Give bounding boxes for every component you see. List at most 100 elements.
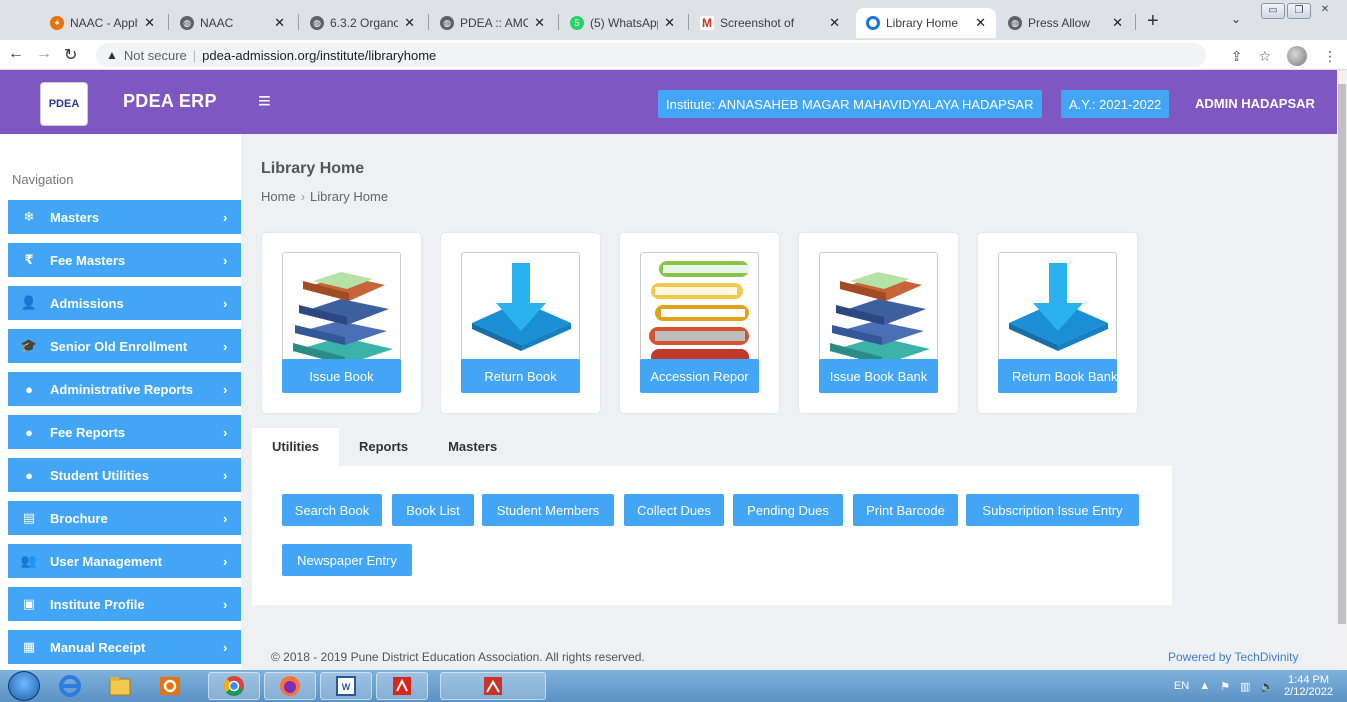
page-scrollbar[interactable] <box>1337 70 1347 670</box>
books-stack-icon[interactable] <box>282 252 401 370</box>
breadcrumb-home[interactable]: Home <box>261 189 296 204</box>
browser-tab[interactable]: ◍ 6.3.2 Organog ✕ <box>300 8 425 38</box>
new-tab-icon[interactable]: + <box>1147 10 1159 33</box>
volume-icon[interactable]: 🔈 <box>1260 680 1274 693</box>
clock-date: 2/12/2022 <box>1284 686 1333 698</box>
sidebar-item-institute-profile[interactable]: ▣ Institute Profile › <box>8 587 241 621</box>
pdea-logo[interactable]: PDEA <box>40 82 88 126</box>
browser-tab[interactable]: 5 (5) WhatsApp ✕ <box>560 8 685 38</box>
sidebar-item-brochure[interactable]: ▤ Brochure › <box>8 501 241 535</box>
file-explorer-icon[interactable] <box>100 672 140 700</box>
browser-tab-title: NAAC - Apply <box>70 16 139 30</box>
powered-by-link[interactable]: Powered by TechDivinity <box>1168 650 1299 664</box>
forward-icon[interactable]: → <box>36 45 52 63</box>
close-tab-icon[interactable]: ✕ <box>274 15 285 31</box>
share-icon[interactable]: ⇪ <box>1231 48 1243 65</box>
sidebar-item-administrative-reports[interactable]: ● Administrative Reports › <box>8 372 241 406</box>
firefox-icon[interactable] <box>264 672 316 700</box>
hamburger-menu-icon[interactable]: ≡ <box>258 88 271 114</box>
word-icon[interactable]: W <box>320 672 372 700</box>
show-hidden-icons-icon[interactable]: ▲ <box>1199 680 1210 692</box>
print-barcode-button[interactable]: Print Barcode <box>853 494 958 526</box>
receipt-icon: ▦ <box>22 639 36 654</box>
network-icon[interactable]: ▥ <box>1240 680 1250 693</box>
sidebar-item-fee-masters[interactable]: ₹ Fee Masters › <box>8 243 241 277</box>
menu-kebab-icon[interactable]: ⋮ <box>1323 48 1337 65</box>
windows-start-icon[interactable] <box>8 671 40 701</box>
browser-tab-active[interactable]: Library Home ✕ <box>856 8 996 38</box>
tab-masters[interactable]: Masters <box>428 428 517 466</box>
back-icon[interactable]: ← <box>8 45 24 63</box>
clock[interactable]: 1:44 PM 2/12/2022 <box>1284 674 1333 698</box>
books-stack-icon[interactable] <box>819 252 938 370</box>
subscription-issue-entry-button[interactable]: Subscription Issue Entry <box>966 494 1139 526</box>
reload-icon[interactable]: ↻ <box>64 45 77 65</box>
sidebar-item-label: Fee Reports <box>50 424 126 440</box>
globe-icon: ◍ <box>310 16 324 30</box>
browser-tab[interactable]: ◍ PDEA :: AMC C ✕ <box>430 8 555 38</box>
language-indicator[interactable]: EN <box>1174 680 1189 692</box>
issue-book-button[interactable]: Issue Book <box>282 359 401 393</box>
tab-separator <box>298 14 299 30</box>
collect-dues-button[interactable]: Collect Dues <box>624 494 724 526</box>
chevron-right-icon: › <box>223 424 228 440</box>
sidebar-item-manual-receipt[interactable]: ▦ Manual Receipt › <box>8 630 241 664</box>
brand-title[interactable]: PDEA ERP <box>123 91 217 112</box>
close-window-icon[interactable]: ✕ <box>1313 3 1337 19</box>
bookmark-star-icon[interactable]: ☆ <box>1258 48 1271 65</box>
url-text[interactable]: pdea-admission.org/institute/libraryhome <box>202 48 436 63</box>
close-tab-icon[interactable]: ✕ <box>664 15 675 31</box>
close-tab-icon[interactable]: ✕ <box>144 15 155 31</box>
pdf-viewer-icon[interactable] <box>440 672 546 700</box>
sidebar-item-admissions[interactable]: 👤 Admissions › <box>8 286 241 320</box>
favicon-icon: ✦ <box>50 16 64 30</box>
acrobat-icon[interactable] <box>376 672 428 700</box>
internet-explorer-icon[interactable] <box>50 672 90 700</box>
close-tab-icon[interactable]: ✕ <box>829 15 840 31</box>
user-menu[interactable]: ADMIN HADAPSAR <box>1195 96 1315 111</box>
pending-dues-button[interactable]: Pending Dues <box>733 494 843 526</box>
curled-books-icon[interactable] <box>640 252 759 370</box>
info-icon: ● <box>25 467 33 483</box>
sidebar-item-student-utilities[interactable]: ● Student Utilities › <box>8 458 241 492</box>
address-bar[interactable]: ▲ Not secure | pdea-admission.org/instit… <box>96 43 1206 67</box>
return-book-bank-button[interactable]: Return Book Bank <box>998 359 1117 393</box>
download-arrow-icon[interactable] <box>461 252 580 370</box>
newspaper-entry-button[interactable]: Newspaper Entry <box>282 544 412 576</box>
close-tab-icon[interactable]: ✕ <box>404 15 415 31</box>
browser-tab[interactable]: ◍ Press Allow ✕ <box>998 8 1133 38</box>
profile-avatar[interactable] <box>1287 46 1307 66</box>
tab-separator <box>688 14 689 30</box>
sidebar-item-senior-old-enrollment[interactable]: 🎓 Senior Old Enrollment › <box>8 329 241 363</box>
outlook-icon[interactable] <box>150 672 190 700</box>
browser-tab[interactable]: ◍ NAAC ✕ <box>170 8 295 38</box>
tab-utilities[interactable]: Utilities <box>252 428 339 466</box>
scrollbar-thumb[interactable] <box>1338 84 1346 624</box>
chrome-icon[interactable] <box>208 672 260 700</box>
tab-search-chevron-icon[interactable]: ⌄ <box>1231 12 1241 26</box>
warning-icon[interactable]: ▲ <box>106 48 118 62</box>
browser-tab[interactable]: ✦ NAAC - Apply ✕ <box>40 8 165 38</box>
tab-reports[interactable]: Reports <box>339 428 428 466</box>
download-arrow-icon[interactable] <box>998 252 1117 370</box>
security-label: Not secure <box>123 47 187 63</box>
minimize-icon[interactable]: ▭ <box>1261 3 1285 19</box>
return-book-button[interactable]: Return Book <box>461 359 580 393</box>
document-icon: ▤ <box>22 510 36 525</box>
close-tab-icon[interactable]: ✕ <box>975 15 986 31</box>
sidebar-item-masters[interactable]: ❄ Masters › <box>8 200 241 234</box>
academic-year-badge: A.Y.: 2021-2022 <box>1061 90 1170 118</box>
close-tab-icon[interactable]: ✕ <box>534 15 545 31</box>
restore-icon[interactable]: ❐ <box>1287 3 1311 19</box>
action-center-flag-icon[interactable]: ⚑ <box>1220 680 1230 693</box>
sidebar-item-fee-reports[interactable]: ● Fee Reports › <box>8 415 241 449</box>
student-members-button[interactable]: Student Members <box>482 494 614 526</box>
browser-tab[interactable]: M Screenshot of ✕ <box>690 8 850 38</box>
sidebar-item-user-management[interactable]: 👥 User Management › <box>8 544 241 578</box>
globe-icon: ◍ <box>440 16 454 30</box>
close-tab-icon[interactable]: ✕ <box>1112 15 1123 31</box>
accession-report-button[interactable]: Accession Repor <box>640 359 759 393</box>
issue-book-bank-button[interactable]: Issue Book Bank <box>819 359 938 393</box>
search-book-button[interactable]: Search Book <box>282 494 382 526</box>
book-list-button[interactable]: Book List <box>392 494 474 526</box>
